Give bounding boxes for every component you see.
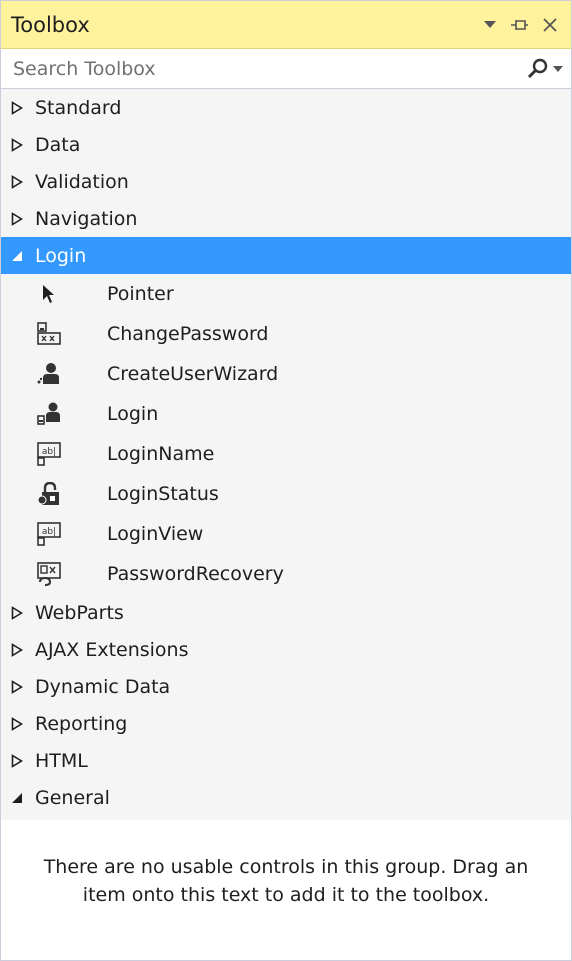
category-label: WebParts [35, 601, 124, 624]
toolbox-item-label: Pointer [107, 283, 174, 305]
toolbox-item-passwordrecovery[interactable]: PasswordRecovery [1, 554, 571, 594]
toolbox-item-label: PasswordRecovery [107, 563, 284, 585]
login-name-icon: ab| [37, 442, 61, 466]
window-position-dropdown-button[interactable] [477, 12, 503, 38]
close-icon [543, 17, 557, 32]
category-html[interactable]: HTML [1, 742, 571, 779]
category-label: Login [35, 244, 87, 267]
toolbox-item-login[interactable]: Login [1, 394, 571, 434]
toolbox-list: Standard Data Validation Navigation Logi… [1, 89, 571, 816]
toolbox-item-loginname[interactable]: ab| LoginName [1, 434, 571, 474]
expand-arrow-icon [11, 716, 35, 731]
panel-title: Toolbox [11, 12, 90, 37]
login-view-icon: ab| [37, 522, 61, 546]
search-options-chevron-icon [553, 65, 563, 72]
category-standard[interactable]: Standard [1, 89, 571, 126]
expand-arrow-icon [11, 642, 35, 657]
toolbox-item-label: LoginView [107, 523, 204, 545]
search-button[interactable] [527, 58, 563, 80]
password-recovery-icon [37, 562, 61, 586]
category-login[interactable]: Login [1, 237, 571, 274]
expand-arrow-icon [11, 605, 35, 620]
expand-arrow-icon [11, 174, 35, 189]
pin-icon [511, 19, 528, 30]
category-label: Navigation [35, 207, 138, 230]
auto-hide-pin-button[interactable] [507, 12, 533, 38]
toolbox-item-label: LoginStatus [107, 483, 219, 505]
category-webparts[interactable]: WebParts [1, 594, 571, 631]
toolbox-panel: Toolbox Standard [0, 0, 572, 961]
close-button[interactable] [537, 12, 563, 38]
category-label: Data [35, 133, 81, 156]
create-user-wizard-icon [37, 362, 61, 386]
pointer-icon [37, 282, 61, 306]
category-label: Dynamic Data [35, 675, 171, 698]
category-label: AJAX Extensions [35, 638, 189, 661]
search-input[interactable] [11, 56, 527, 81]
category-label: Reporting [35, 712, 128, 735]
expand-arrow-icon [11, 753, 35, 768]
category-label: Standard [35, 96, 122, 119]
category-data[interactable]: Data [1, 126, 571, 163]
toolbox-item-loginstatus[interactable]: LoginStatus [1, 474, 571, 514]
expand-arrow-icon [11, 137, 35, 152]
toolbox-item-label: Login [107, 403, 159, 425]
toolbox-item-changepassword[interactable]: ChangePassword [1, 314, 571, 354]
category-reporting[interactable]: Reporting [1, 705, 571, 742]
toolbox-item-label: CreateUserWizard [107, 363, 279, 385]
collapse-arrow-icon [11, 250, 35, 262]
login-icon [37, 402, 61, 426]
change-password-icon [37, 322, 61, 346]
category-validation[interactable]: Validation [1, 163, 571, 200]
category-label: Validation [35, 170, 129, 193]
toolbox-item-pointer[interactable]: Pointer [1, 274, 571, 314]
category-ajax-extensions[interactable]: AJAX Extensions [1, 631, 571, 668]
chevron-down-icon [484, 20, 496, 28]
expand-arrow-icon [11, 679, 35, 694]
login-status-icon [37, 482, 61, 506]
toolbox-item-loginview[interactable]: ab| LoginView [1, 514, 571, 554]
search-bar [1, 49, 571, 89]
expand-arrow-icon [11, 100, 35, 115]
toolbox-item-createuserwizard[interactable]: CreateUserWizard [1, 354, 571, 394]
svg-text:ab|: ab| [42, 527, 56, 537]
svg-text:ab|: ab| [42, 447, 56, 457]
collapse-arrow-icon [11, 792, 35, 804]
category-dynamic-data[interactable]: Dynamic Data [1, 668, 571, 705]
toolbox-item-label: ChangePassword [107, 323, 269, 345]
toolbox-titlebar: Toolbox [1, 1, 571, 49]
toolbox-item-label: LoginName [107, 443, 215, 465]
category-label: General [35, 786, 110, 809]
category-label: HTML [35, 749, 88, 772]
empty-group-message: There are no usable controls in this gro… [43, 856, 529, 906]
category-general[interactable]: General [1, 779, 571, 816]
category-navigation[interactable]: Navigation [1, 200, 571, 237]
expand-arrow-icon [11, 211, 35, 226]
search-icon [527, 58, 548, 78]
